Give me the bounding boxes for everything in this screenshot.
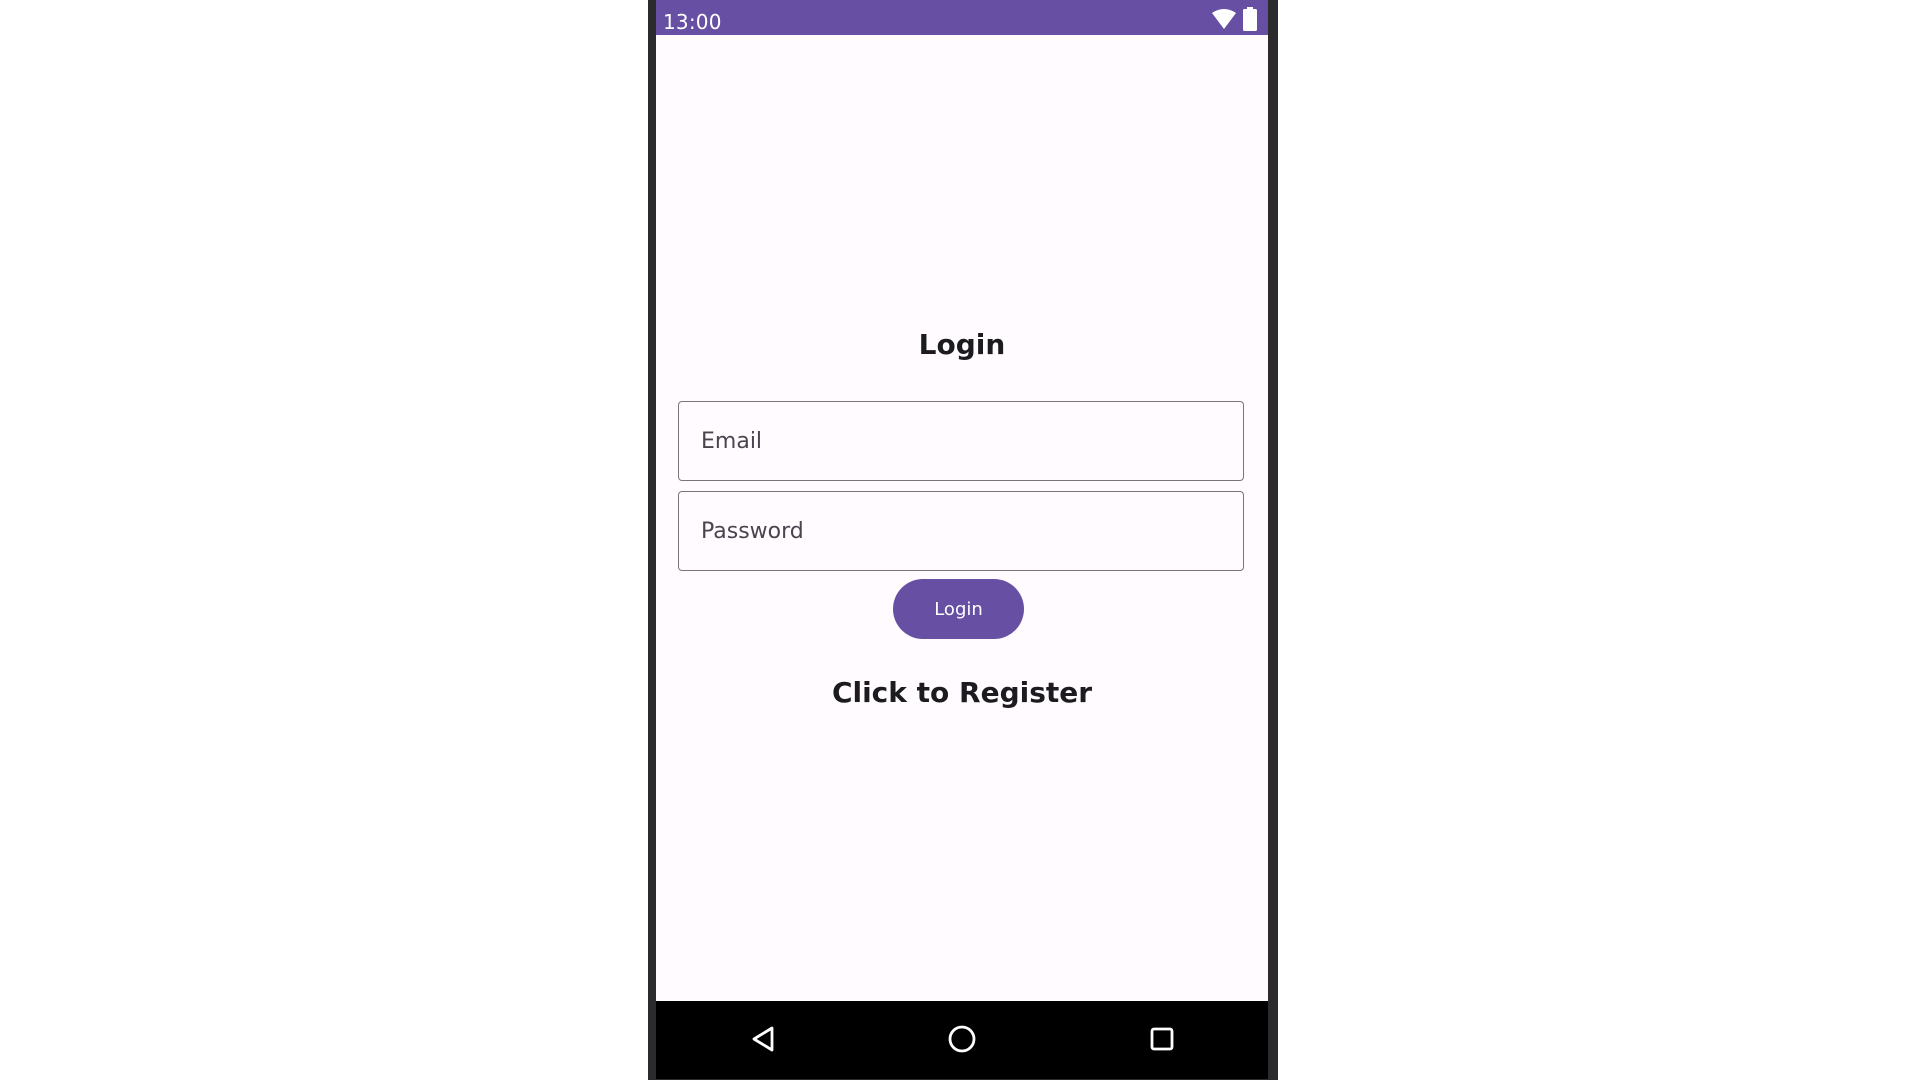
- device-frame: 13:00 Login Login Click to Register: [648, 0, 1278, 1080]
- status-bar: 13:00: [656, 0, 1268, 35]
- back-icon: [750, 1025, 776, 1058]
- password-input[interactable]: [679, 492, 1243, 570]
- status-time: 13:00: [663, 10, 722, 34]
- login-button[interactable]: Login: [893, 579, 1024, 639]
- app-screen: Login Login Click to Register: [656, 35, 1268, 1001]
- home-button[interactable]: [942, 1021, 982, 1061]
- navigation-bar: [656, 1001, 1268, 1079]
- battery-icon: [1243, 7, 1257, 36]
- email-field-container: [678, 401, 1244, 481]
- recents-icon: [1149, 1026, 1175, 1057]
- back-button[interactable]: [743, 1021, 783, 1061]
- password-field-container: [678, 491, 1244, 571]
- status-icons: [1211, 7, 1257, 36]
- register-link[interactable]: Click to Register: [656, 676, 1268, 709]
- home-icon: [946, 1023, 978, 1060]
- wifi-icon: [1211, 8, 1237, 35]
- recents-button[interactable]: [1142, 1021, 1182, 1061]
- email-input[interactable]: [679, 402, 1243, 480]
- page-title: Login: [918, 328, 1006, 361]
